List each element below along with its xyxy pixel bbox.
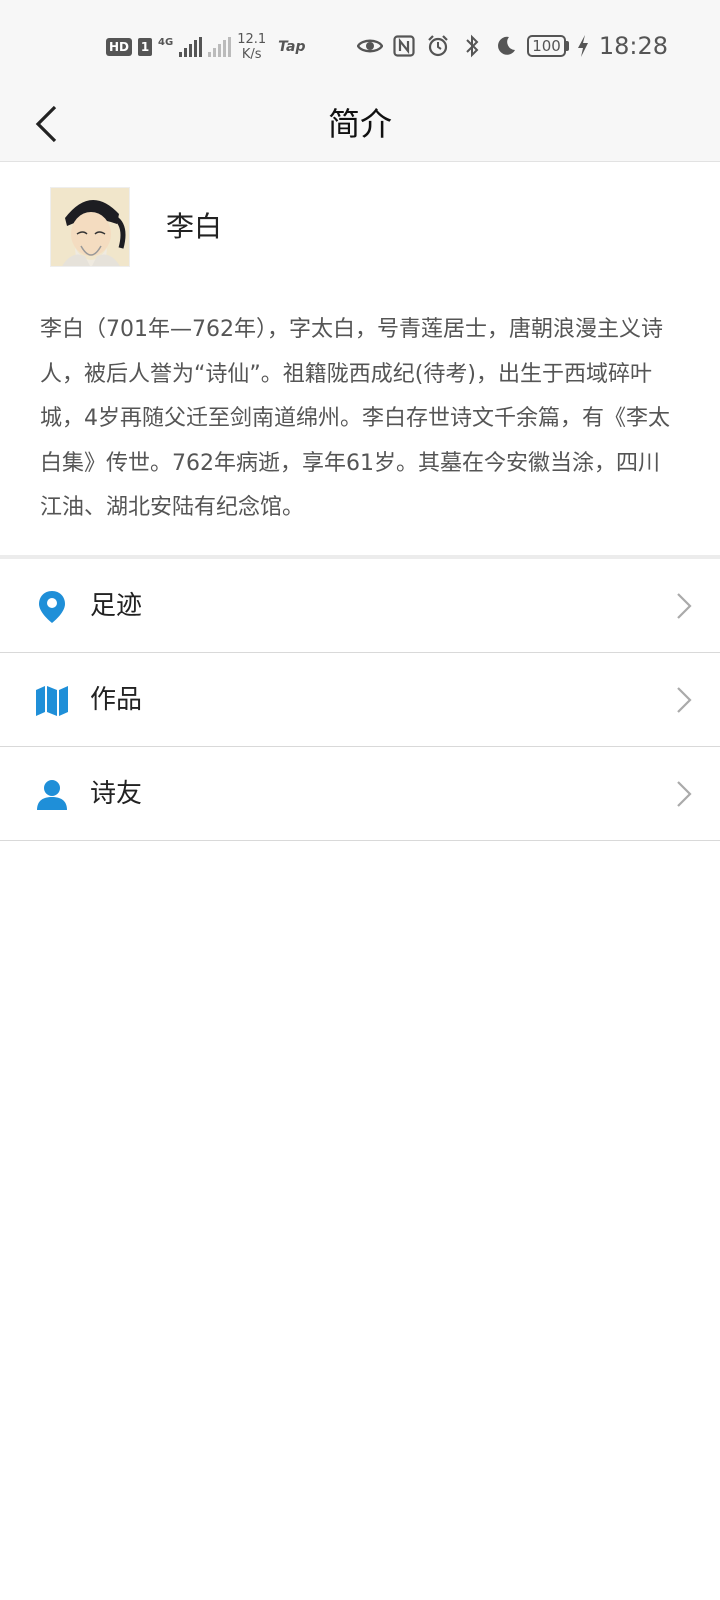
moon-icon	[493, 33, 519, 59]
battery-indicator: 100	[527, 35, 569, 57]
poet-introduction: 李白（701年—762年），字太白，号青莲居士，唐朝浪漫主义诗人，被后人誉为“诗…	[40, 317, 670, 520]
clock: 18:28	[598, 32, 668, 60]
signal-weak-icon	[208, 37, 232, 57]
location-pin-icon	[34, 589, 70, 625]
profile-section: 李白 李白（701年—762年），字太白，号青莲居士，唐朝浪漫主义诗人，被后人誉…	[0, 163, 720, 555]
network-type: 4G	[158, 37, 174, 48]
menu-item-label: 足迹	[90, 591, 143, 621]
network-speed-unit: K/s	[241, 47, 262, 62]
eye-icon	[357, 33, 384, 59]
network-speed-value: 12.1	[237, 32, 267, 47]
page-title: 简介	[327, 105, 392, 143]
menu-item-works[interactable]: 作品	[0, 653, 720, 747]
menu-item-label: 作品	[90, 685, 143, 715]
top-app-bar: 简介	[0, 86, 720, 162]
signal-strength-icon	[179, 37, 203, 57]
menu-item-label: 诗友	[90, 779, 143, 809]
chevron-right-icon	[677, 781, 692, 807]
map-icon	[34, 683, 70, 719]
chevron-right-icon	[677, 593, 692, 619]
menu-item-footprints[interactable]: 足迹	[0, 559, 720, 653]
sim-badge: 1	[138, 38, 153, 56]
status-bar-right: 100 18:28	[357, 28, 668, 64]
nfc-icon	[391, 33, 417, 59]
battery-level: 100	[527, 35, 566, 57]
charging-icon	[577, 33, 589, 59]
poet-name: 李白	[166, 210, 223, 243]
bluetooth-icon	[459, 33, 485, 59]
person-icon	[34, 777, 70, 813]
hd-badge: HD	[106, 38, 133, 56]
alarm-icon	[425, 33, 451, 59]
avatar	[50, 187, 130, 267]
tap-app-badge: Tap	[278, 39, 306, 55]
menu-list: 足迹 作品 诗友	[0, 559, 720, 841]
chevron-right-icon	[677, 687, 692, 713]
status-bar: HD 1 4G 12.1 K/s Tap 100 18:28	[0, 0, 720, 86]
menu-item-poet-friends[interactable]: 诗友	[0, 747, 720, 841]
status-bar-left: HD 1 4G 12.1 K/s Tap	[106, 30, 306, 64]
network-speed: 12.1 K/s	[237, 32, 266, 62]
